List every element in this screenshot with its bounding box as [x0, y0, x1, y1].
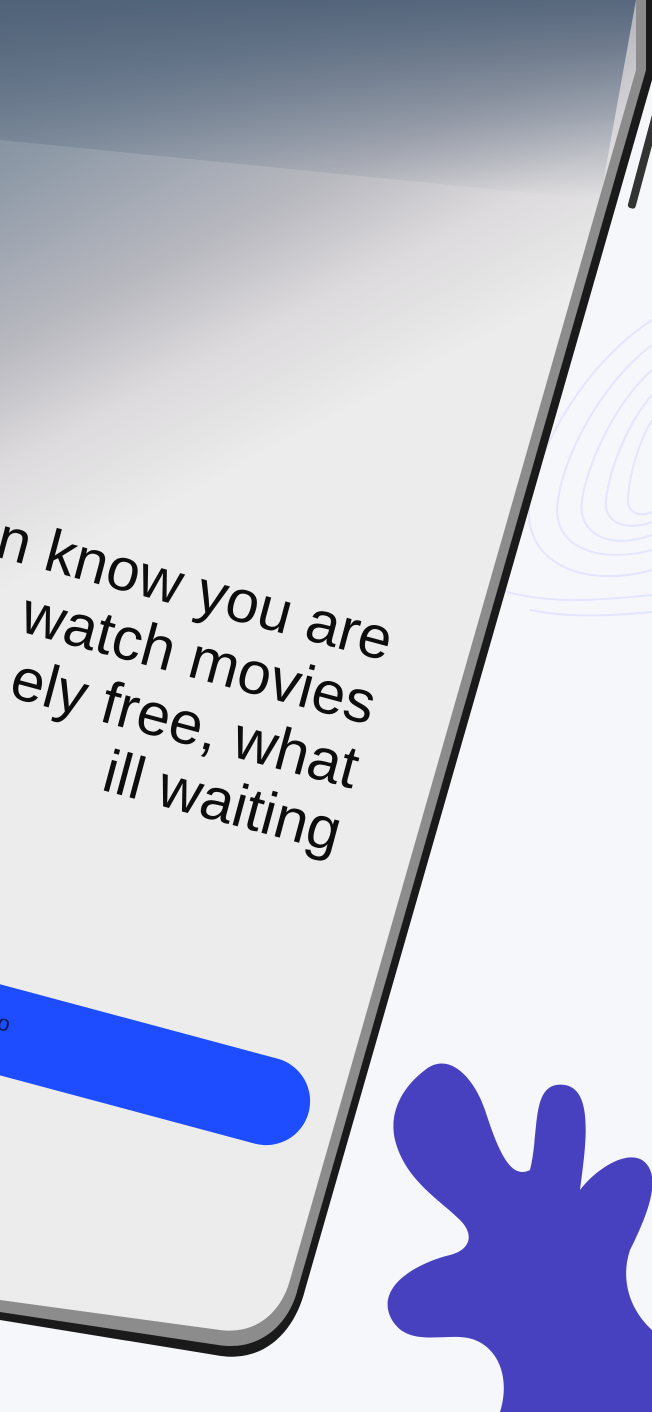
promo-screen: n know you are watch movies ely free, wh… [0, 0, 652, 1412]
cta-button-label: ooo [0, 1002, 15, 1038]
